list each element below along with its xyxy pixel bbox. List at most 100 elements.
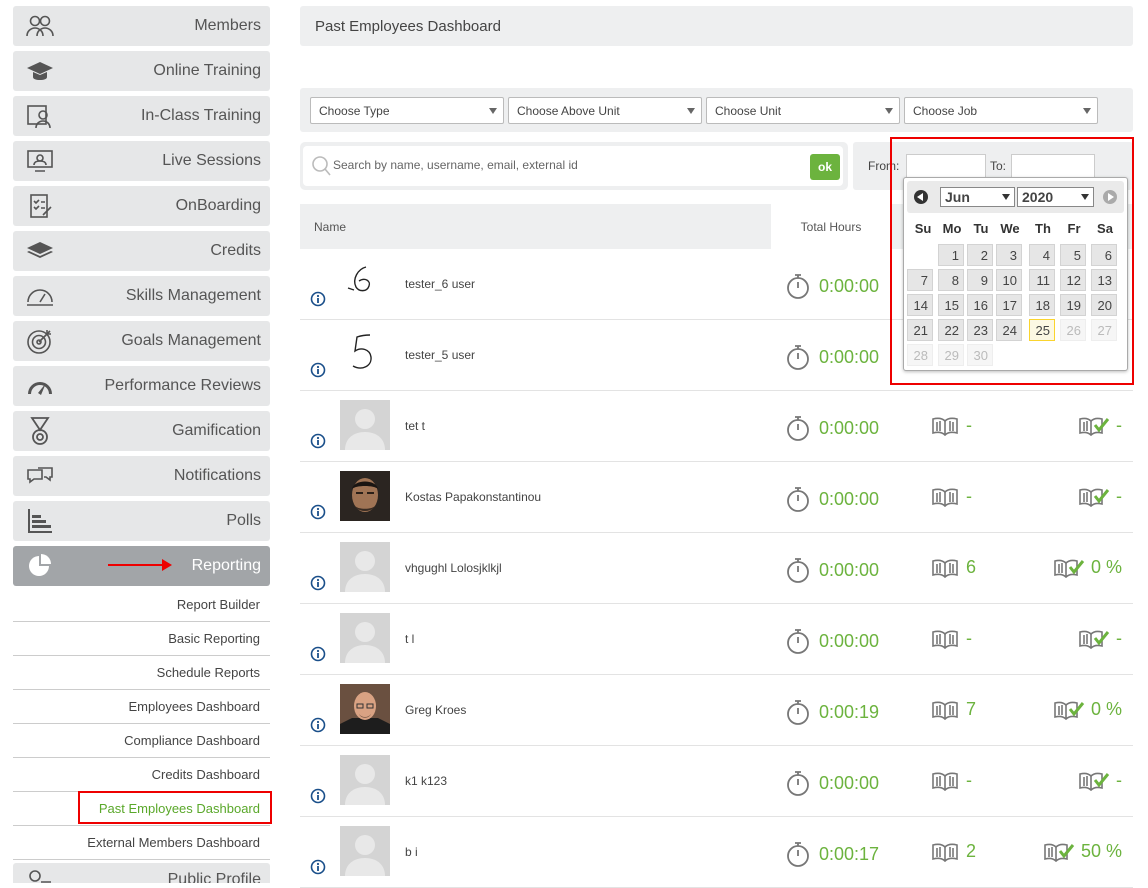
- calendar-day[interactable]: 25: [1029, 319, 1055, 341]
- calendar-day[interactable]: 17: [996, 294, 1022, 316]
- info-icon[interactable]: [310, 291, 326, 307]
- completion-cell: 50 %: [1032, 841, 1122, 862]
- calendar-day[interactable]: 4: [1029, 244, 1055, 266]
- calendar-day[interactable]: 12: [1060, 269, 1086, 291]
- info-icon[interactable]: [310, 362, 326, 378]
- stopwatch-icon: [785, 273, 811, 299]
- info-icon[interactable]: [310, 504, 326, 520]
- above-unit-select[interactable]: Choose Above Unit: [508, 97, 702, 124]
- avatar: [340, 258, 390, 308]
- calendar-day[interactable]: 7: [907, 269, 933, 291]
- sidebar-item-label: Members: [194, 17, 261, 34]
- sidebar-item-notifications[interactable]: Notifications: [13, 456, 270, 496]
- calendar-day[interactable]: 8: [938, 269, 964, 291]
- sidebar-item-skills-management[interactable]: Skills Management: [13, 276, 270, 316]
- info-icon[interactable]: [310, 433, 326, 449]
- user-name[interactable]: b i: [405, 845, 418, 859]
- user-name[interactable]: Greg Kroes: [405, 703, 466, 717]
- job-select[interactable]: Choose Job: [904, 97, 1098, 124]
- completion-value: -: [1116, 415, 1122, 435]
- calendar-day[interactable]: 10: [996, 269, 1022, 291]
- submenu-credits-dashboard[interactable]: Credits Dashboard: [13, 758, 270, 792]
- sidebar-item-onboarding[interactable]: OnBoarding: [13, 186, 270, 226]
- sidebar-item-online-training[interactable]: Online Training: [13, 51, 270, 91]
- courses-cell: -: [930, 486, 972, 507]
- layers-icon: [23, 237, 57, 265]
- total-hours-cell: 0:00:17: [785, 841, 879, 867]
- submenu-compliance-dashboard[interactable]: Compliance Dashboard: [13, 724, 270, 758]
- prev-month-icon[interactable]: [914, 190, 928, 204]
- user-name[interactable]: tester_5 user: [405, 348, 475, 362]
- calendar-day[interactable]: 15: [938, 294, 964, 316]
- calendar-day[interactable]: 6: [1091, 244, 1117, 266]
- calendar-day[interactable]: 21: [907, 319, 933, 341]
- sidebar-item-gamification[interactable]: Gamification: [13, 411, 270, 451]
- submenu-report-builder[interactable]: Report Builder: [13, 588, 270, 622]
- search-bar: ok: [300, 142, 848, 190]
- sidebar-item-polls[interactable]: Polls: [13, 501, 270, 541]
- calendar-day[interactable]: 24: [996, 319, 1022, 341]
- chevron-down-icon: [687, 108, 695, 114]
- submenu-label: Basic Reporting: [168, 631, 260, 646]
- submenu-basic-reporting[interactable]: Basic Reporting: [13, 622, 270, 656]
- user-name[interactable]: Kostas Papakonstantinou: [405, 490, 541, 504]
- info-icon[interactable]: [310, 575, 326, 591]
- sidebar-item-reporting[interactable]: Reporting: [13, 546, 270, 586]
- total-hours-cell: 0:00:00: [785, 415, 879, 441]
- profile-icon: [23, 868, 57, 883]
- next-month-icon[interactable]: [1103, 190, 1117, 204]
- info-icon[interactable]: [310, 859, 326, 875]
- month-select[interactable]: Jun: [940, 187, 1015, 207]
- user-name[interactable]: tester_6 user: [405, 277, 475, 291]
- completion-cell: -: [1032, 415, 1122, 436]
- user-name[interactable]: vhgughl Lolosjklkjl: [405, 561, 502, 575]
- info-icon[interactable]: [310, 788, 326, 804]
- search-ok-button[interactable]: ok: [810, 154, 840, 180]
- search-input[interactable]: [333, 158, 803, 172]
- sidebar-item-label: Goals Management: [121, 332, 261, 349]
- sidebar-item-in-class-training[interactable]: In-Class Training: [13, 96, 270, 136]
- type-select[interactable]: Choose Type: [310, 97, 504, 124]
- stopwatch-icon: [785, 628, 811, 654]
- sidebar-item-goals-management[interactable]: Goals Management: [13, 321, 270, 361]
- completion-cell: -: [1032, 770, 1122, 791]
- calendar-day[interactable]: 1: [938, 244, 964, 266]
- sidebar-item-members[interactable]: Members: [13, 6, 270, 46]
- calendar-day[interactable]: 3: [996, 244, 1022, 266]
- info-icon[interactable]: [310, 717, 326, 733]
- unit-select[interactable]: Choose Unit: [706, 97, 900, 124]
- user-name[interactable]: k1 k123: [405, 774, 447, 788]
- calendar-day[interactable]: 18: [1029, 294, 1055, 316]
- bar-chart-icon: [23, 507, 57, 535]
- calendar-day[interactable]: 19: [1060, 294, 1086, 316]
- calendar-day[interactable]: 14: [907, 294, 933, 316]
- total-hours-cell: 0:00:00: [785, 770, 879, 796]
- submenu-external-members-dashboard[interactable]: External Members Dashboard: [13, 826, 270, 860]
- calendar-day[interactable]: 2: [967, 244, 993, 266]
- sidebar-item-performance-reviews[interactable]: Performance Reviews: [13, 366, 270, 406]
- user-name[interactable]: tet t: [405, 419, 425, 433]
- sidebar-item-public-profile[interactable]: Public Profile: [13, 863, 270, 883]
- year-select[interactable]: 2020: [1017, 187, 1094, 207]
- calendar-day[interactable]: 11: [1029, 269, 1055, 291]
- sidebar-item-credits[interactable]: Credits: [13, 231, 270, 271]
- select-value: Choose Job: [913, 104, 978, 118]
- calendar-day[interactable]: 20: [1091, 294, 1117, 316]
- weekday-header: Sa: [1097, 221, 1113, 236]
- user-name[interactable]: t l: [405, 632, 414, 646]
- submenu-schedule-reports[interactable]: Schedule Reports: [13, 656, 270, 690]
- info-icon[interactable]: [310, 646, 326, 662]
- calendar-day[interactable]: 16: [967, 294, 993, 316]
- total-hours-value: 0:00:00: [819, 630, 880, 651]
- calendar-day[interactable]: 22: [938, 319, 964, 341]
- calendar-day[interactable]: 5: [1060, 244, 1086, 266]
- sidebar-item-live-sessions[interactable]: Live Sessions: [13, 141, 270, 181]
- calendar-day[interactable]: 13: [1091, 269, 1117, 291]
- submenu-employees-dashboard[interactable]: Employees Dashboard: [13, 690, 270, 724]
- column-header-name[interactable]: Name: [314, 220, 346, 234]
- stopwatch-icon: [785, 841, 811, 867]
- calendar-day[interactable]: 9: [967, 269, 993, 291]
- stopwatch-icon: [785, 415, 811, 441]
- calendar-day[interactable]: 23: [967, 319, 993, 341]
- column-header-total-hours[interactable]: Total Hours: [771, 204, 891, 249]
